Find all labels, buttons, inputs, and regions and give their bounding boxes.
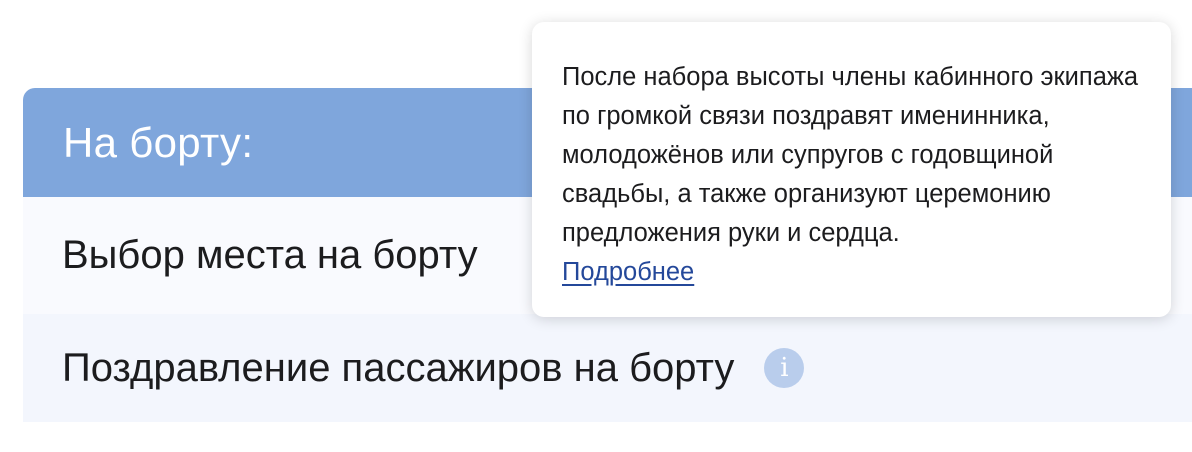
service-label-seat-selection: Выбор места на борту <box>62 233 478 277</box>
panel-title: На борту: <box>63 118 254 166</box>
info-icon[interactable]: i <box>764 348 805 388</box>
service-label-passenger-greeting: Поздравление пассажиров на борту <box>62 345 735 390</box>
info-tooltip: После набора высоты члены кабинного экип… <box>532 22 1171 317</box>
tooltip-text: После набора высоты члены кабинного экип… <box>562 63 1139 247</box>
service-row-passenger-greeting[interactable]: Поздравление пассажиров на борту i <box>23 314 1192 422</box>
more-info-link[interactable]: Подробнее <box>562 253 694 292</box>
